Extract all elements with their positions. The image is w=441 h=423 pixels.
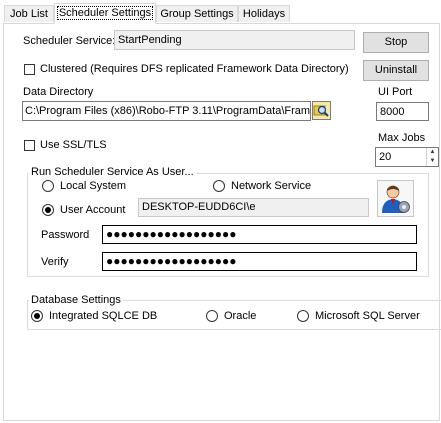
tab-holidays[interactable]: Holidays [238,5,290,22]
oracle-radio[interactable] [206,310,218,322]
sqlce-radio[interactable] [31,310,43,322]
uninstall-button[interactable]: Uninstall [363,60,429,81]
password-label: Password [41,229,90,241]
local-system-label: Local System [60,180,127,192]
tab-scheduler-settings[interactable]: Scheduler Settings [54,3,156,24]
spin-up-icon[interactable]: ▲ [427,148,438,157]
sqlce-label: Integrated SQLCE DB [49,310,158,322]
network-service-radio[interactable] [213,180,225,192]
user-account-radio[interactable] [42,204,54,216]
tab-group-settings[interactable]: Group Settings [156,5,238,22]
sql-server-label: Microsoft SQL Server [315,310,420,322]
password-field[interactable]: ●●●●●●●●●●●●●●●●●● [102,225,417,244]
folder-search-icon[interactable] [312,101,331,120]
user-settings-icon[interactable] [377,180,414,217]
data-directory-field[interactable]: C:\Program Files (x86)\Robo-FTP 3.11\Pro… [22,101,311,121]
database-title: Database Settings [29,294,123,306]
max-jobs-value: 20 [379,151,392,163]
verify-label: Verify [41,256,69,268]
clustered-label: Clustered (Requires DFS replicated Frame… [40,63,349,75]
spin-down-icon[interactable]: ▼ [427,157,438,166]
user-account-field: DESKTOP-EUDD6CI\e [138,198,369,217]
network-service-label: Network Service [231,180,312,192]
stop-button[interactable]: Stop [363,32,429,53]
local-system-radio[interactable] [42,180,54,192]
sql-server-radio[interactable] [297,310,309,322]
ssl-label: Use SSL/TLS [40,139,107,151]
oracle-label: Oracle [224,310,257,322]
tab-job-list[interactable]: Job List [4,5,54,22]
ui-port-field[interactable]: 8000 [376,102,429,121]
max-jobs-label: Max Jobs [378,132,426,144]
clustered-checkbox[interactable] [24,64,35,75]
run-as-title: Run Scheduler Service As User... [29,166,196,178]
scheduler-service-status: StartPending [114,30,355,50]
user-account-label: User Account [60,204,126,216]
tab-strip: Job List Scheduler Settings Group Settin… [0,0,441,24]
max-jobs-spinner[interactable]: ▲ ▼ [426,148,438,166]
user-avatar-icon [382,185,410,213]
data-directory-label: Data Directory [23,86,94,98]
magnifier-icon [313,105,329,117]
verify-field[interactable]: ●●●●●●●●●●●●●●●●●● [102,252,417,271]
ui-port-label: UI Port [378,86,413,98]
scheduler-service-label: Scheduler Service: [23,35,116,47]
ssl-checkbox[interactable] [24,140,35,151]
